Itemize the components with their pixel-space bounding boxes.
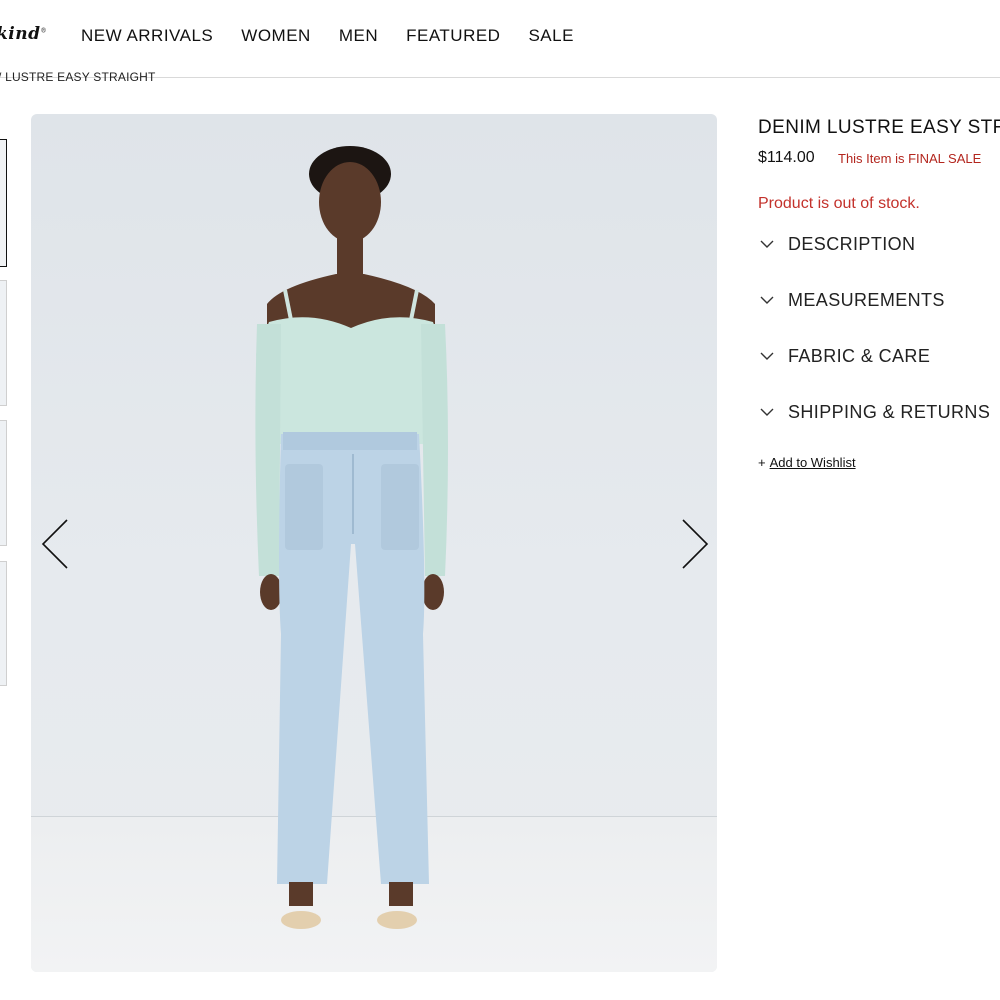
model-illustration xyxy=(255,146,448,929)
chevron-down-icon xyxy=(760,296,774,304)
add-to-wishlist-link[interactable]: Add to Wishlist xyxy=(770,455,856,470)
chevron-left-icon[interactable] xyxy=(39,516,71,572)
accordion-label: SHIPPING & RETURNS xyxy=(788,401,991,422)
nav-item-featured[interactable]: FEATURED xyxy=(406,26,500,46)
accordion-fabric-care[interactable]: FABRIC & CARE xyxy=(760,343,930,369)
wishlist-row: + Add to Wishlist xyxy=(758,455,856,470)
stock-status: Product is out of stock. xyxy=(758,195,920,212)
main-nav: NEW ARRIVALS WOMEN MEN FEATURED SALE xyxy=(81,26,602,46)
nav-item-sale[interactable]: SALE xyxy=(528,26,573,46)
product-main-image xyxy=(31,114,717,972)
chevron-down-icon xyxy=(760,408,774,416)
thumbnail-2[interactable] xyxy=(0,280,7,406)
accordion-shipping-returns[interactable]: SHIPPING & RETURNS xyxy=(760,399,990,425)
chevron-down-icon xyxy=(760,240,774,248)
nav-item-new-arrivals[interactable]: NEW ARRIVALS xyxy=(81,26,213,46)
product-title: DENIM LUSTRE EASY STRA xyxy=(758,117,1000,138)
accordion-label: MEASUREMENTS xyxy=(788,289,945,310)
thumbnail-4[interactable] xyxy=(0,561,7,686)
product-price: $114.00 xyxy=(758,149,815,166)
thumbnail-3[interactable] xyxy=(0,420,7,546)
logo-text: kind xyxy=(0,24,41,44)
accordion-label: FABRIC & CARE xyxy=(788,345,931,366)
chevron-right-icon[interactable] xyxy=(679,516,711,572)
plus-icon: + xyxy=(758,455,766,470)
nav-item-women[interactable]: WOMEN xyxy=(241,26,311,46)
nav-item-men[interactable]: MEN xyxy=(339,26,378,46)
thumbnail-1[interactable] xyxy=(0,139,7,267)
site-header: kind® NEW ARRIVALS WOMEN MEN FEATURED SA… xyxy=(0,0,1000,78)
accordion-description[interactable]: DESCRIPTION xyxy=(760,231,915,257)
chevron-down-icon xyxy=(760,352,774,360)
accordion-measurements[interactable]: MEASUREMENTS xyxy=(760,287,945,313)
final-sale-note: This Item is FINAL SALE xyxy=(838,151,982,166)
breadcrumb: / LUSTRE EASY STRAIGHT xyxy=(0,70,156,84)
brand-logo[interactable]: kind® xyxy=(0,24,47,44)
accordion-label: DESCRIPTION xyxy=(788,233,916,254)
logo-mark: ® xyxy=(40,27,47,35)
